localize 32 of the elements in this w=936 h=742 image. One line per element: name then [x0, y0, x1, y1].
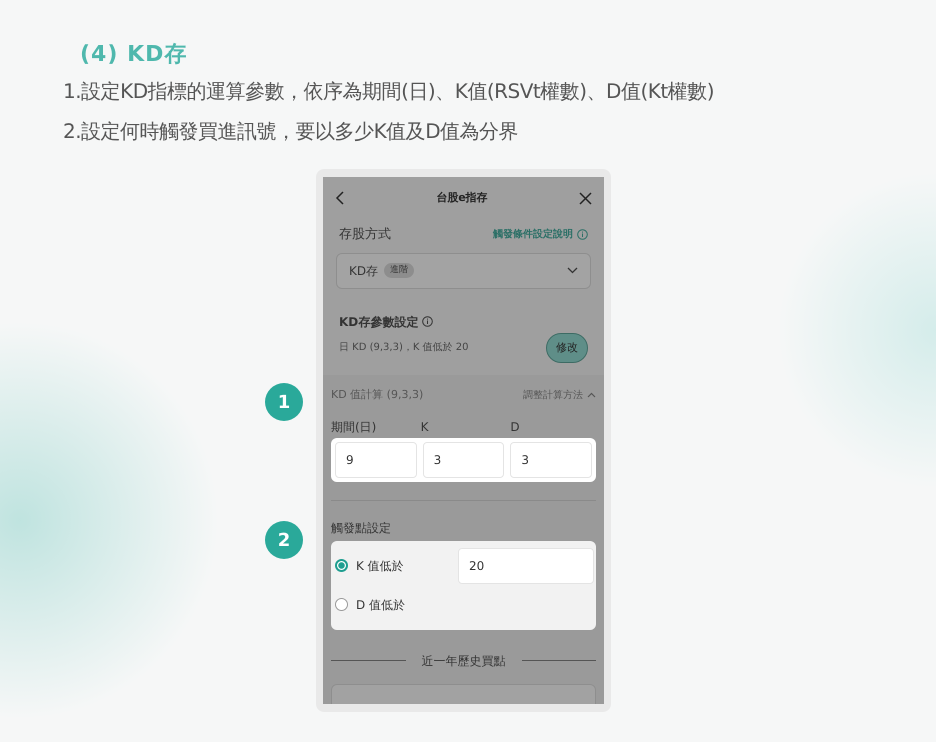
instruction-text: 1.設定KD指標的運算參數，依序為期間(日)、K值(RSVt權數)、D值(Kt權數) [63, 78, 716, 105]
radio-button[interactable] [335, 598, 348, 611]
option-label: K 值低於 [356, 558, 405, 574]
step-number-badge: 1 [265, 383, 303, 421]
divider-title: 近一年歷史買點 [422, 652, 506, 670]
number-input[interactable]: 3 [422, 442, 504, 478]
field-label: 期間(日) [331, 420, 376, 434]
radio-button[interactable] [335, 559, 348, 572]
section-title: 觸發點設定 [331, 520, 391, 534]
field-label: K [420, 420, 429, 434]
section-title: KD 值計算 (9,3,3) [331, 387, 424, 403]
step-number-badge: 2 [265, 521, 303, 559]
back-icon[interactable] [335, 191, 345, 205]
number-input[interactable]: 20 [458, 548, 594, 584]
number-input[interactable]: 3 [510, 442, 592, 478]
params-summary: 日 KD (9,3,3)，K 值低於 20 [339, 340, 469, 356]
method-select[interactable]: KD存 進階 [336, 252, 591, 288]
chevron-down-icon [567, 267, 578, 274]
section-heading: (4) KD存 [80, 41, 188, 69]
option-label: D 值低於 [356, 596, 406, 614]
chevron-up-icon [587, 392, 596, 398]
level-tag: 進階 [384, 262, 414, 278]
instruction-text: 2.設定何時觸發買進訊號，要以多少K值及D值為分界 [63, 118, 520, 145]
screen-title: 台股e指存 [436, 190, 488, 206]
field-label: D [510, 420, 520, 434]
number-input[interactable]: 9 [335, 442, 417, 478]
close-icon[interactable] [579, 192, 592, 204]
field-label: 存股方式 [339, 226, 391, 244]
info-icon [577, 229, 588, 240]
section-title: KD存參數設定 [339, 314, 418, 330]
edit-button[interactable]: 修改 [546, 332, 588, 363]
info-icon [422, 316, 434, 327]
